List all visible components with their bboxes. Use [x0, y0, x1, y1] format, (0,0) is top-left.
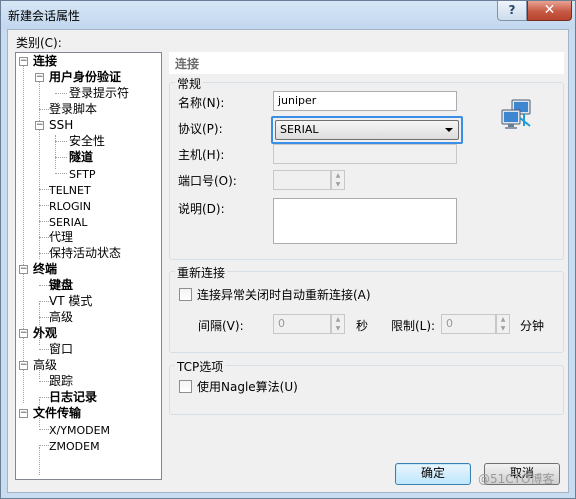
watermark: @51CTO博客 [478, 472, 555, 486]
interval-input[interactable]: 0 [273, 314, 331, 334]
tree-item-rlogin[interactable]: RLOGIN [49, 199, 91, 214]
minutes-label: 分钟 [520, 319, 545, 333]
tree-item-vt-mode[interactable]: VT 模式 [49, 294, 92, 309]
tree-item-login-script[interactable]: 登录脚本 [49, 102, 97, 117]
interval-label: 间隔(V): [198, 319, 244, 333]
collapse-icon[interactable]: − [35, 121, 44, 130]
seconds-label: 秒 [356, 319, 369, 333]
tree-line [23, 63, 24, 403]
tree-item-login-prompt[interactable]: 登录提示符 [69, 86, 129, 101]
tree-item-zmodem[interactable]: ZMODEM [49, 439, 100, 454]
auto-reconnect-label: 连接异常关闭时自动重新连接(A) [197, 288, 371, 302]
interval-spinner[interactable]: ▲ ▼ [331, 314, 345, 334]
collapse-icon[interactable]: − [19, 57, 28, 66]
tree-item-advanced[interactable]: 高级 [33, 358, 57, 373]
port-label: 端口号(O): [178, 174, 237, 188]
chevron-down-icon [445, 128, 453, 132]
tree-item-serial[interactable]: SERIAL [49, 215, 87, 230]
tree-line [55, 93, 67, 94]
host-input[interactable] [273, 144, 457, 164]
tree-item-user-auth[interactable]: 用户身份验证 [49, 70, 121, 85]
collapse-icon[interactable]: − [19, 409, 28, 418]
name-input[interactable]: juniper [273, 91, 457, 111]
tree-item-sftp[interactable]: SFTP [69, 167, 95, 182]
collapse-icon[interactable]: − [19, 361, 28, 370]
tcp-group-title: TCP选项 [175, 358, 226, 375]
tree-item-tunnel[interactable]: 隧道 [69, 150, 93, 165]
protocol-select[interactable]: SERIAL [275, 120, 459, 140]
panel-header: 连接 [169, 52, 564, 74]
title-bar[interactable]: 新建会话属性 ? ✕ [1, 1, 575, 29]
spin-down-icon: ▼ [500, 325, 506, 332]
limit-spinner[interactable]: ▲ ▼ [496, 314, 510, 334]
port-spinner[interactable]: ▲ ▼ [331, 170, 345, 190]
tree-item-telnet[interactable]: TELNET [49, 183, 91, 198]
tree-line [39, 79, 40, 259]
collapse-icon[interactable]: − [35, 73, 44, 82]
auto-reconnect-checkbox[interactable] [179, 288, 192, 301]
collapse-icon[interactable]: − [19, 265, 28, 274]
tree-item-window[interactable]: 窗口 [49, 342, 73, 357]
reconnect-group [169, 271, 564, 353]
limit-input[interactable]: 0 [441, 314, 496, 334]
general-group-title: 常规 [175, 75, 204, 92]
tree-item-ssh[interactable]: SSH [49, 118, 73, 133]
tree-item-terminal-advanced[interactable]: 高级 [49, 310, 73, 325]
tree-item-xymodem[interactable]: X/YMODEM [49, 423, 110, 438]
tree-item-proxy[interactable]: 代理 [49, 230, 73, 245]
protocol-select-value: SERIAL [280, 123, 319, 136]
tree-item-security[interactable]: 安全性 [69, 134, 105, 149]
protocol-label: 协议(P): [178, 122, 223, 136]
tree-item-logging[interactable]: 日志记录 [49, 390, 97, 405]
tree-line [39, 447, 40, 475]
spin-up-icon: ▲ [335, 172, 341, 179]
dialog-window: 新建会话属性 ? ✕ 类别(C): − 连接 − 用户身份验证 登录提示符 登录… [0, 0, 576, 499]
nagle-checkbox[interactable] [179, 380, 192, 393]
tree-line [55, 173, 67, 174]
nagle-label: 使用Nagle算法(U) [197, 380, 298, 394]
description-label: 说明(D): [178, 202, 225, 216]
category-label: 类别(C): [16, 36, 62, 50]
help-button[interactable]: ? [497, 1, 527, 21]
port-input[interactable] [273, 170, 331, 190]
tree-item-file-transfer[interactable]: 文件传输 [33, 406, 81, 421]
host-label: 主机(H): [178, 148, 225, 162]
network-computers-icon [500, 98, 534, 132]
reconnect-group-title: 重新连接 [175, 264, 228, 281]
close-button[interactable]: ✕ [527, 1, 572, 21]
spin-up-icon: ▲ [500, 316, 506, 323]
tree-item-terminal[interactable]: 终端 [33, 262, 57, 277]
description-textarea[interactable] [273, 198, 457, 244]
spin-down-icon: ▼ [335, 181, 341, 188]
spin-down-icon: ▼ [335, 325, 341, 332]
tree-item-trace[interactable]: 跟踪 [49, 374, 73, 389]
tree-item-keepalive[interactable]: 保持活动状态 [49, 246, 121, 261]
tree-item-connection[interactable]: 连接 [33, 54, 57, 69]
tree-line [55, 157, 67, 158]
tree-item-keyboard[interactable]: 键盘 [49, 278, 73, 293]
tree-line [55, 141, 67, 142]
limit-label: 限制(L): [391, 319, 436, 333]
dialog-body: 类别(C): − 连接 − 用户身份验证 登录提示符 登录脚本 − SSH 安全… [7, 29, 569, 493]
spin-up-icon: ▲ [335, 316, 341, 323]
ok-button[interactable]: 确定 [395, 463, 471, 485]
category-tree[interactable]: − 连接 − 用户身份验证 登录提示符 登录脚本 − SSH 安全性 隧道 SF… [15, 52, 162, 480]
collapse-icon[interactable]: − [19, 329, 28, 338]
tree-item-appearance[interactable]: 外观 [33, 326, 57, 341]
name-label: 名称(N): [178, 96, 225, 110]
window-title: 新建会话属性 [8, 9, 81, 23]
